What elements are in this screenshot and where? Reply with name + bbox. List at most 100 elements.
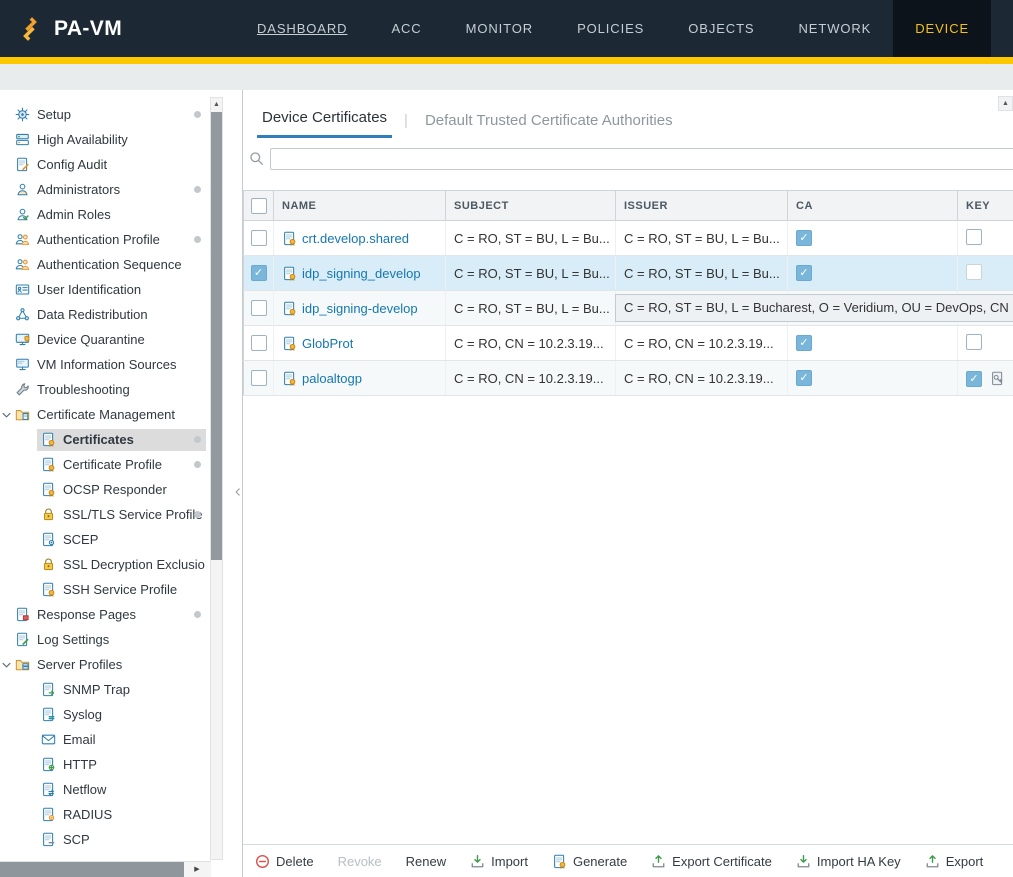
export-certificate-button[interactable]: Export Certificate [639,854,784,869]
sidebar-item-setup[interactable]: Setup [0,102,210,127]
sidebar-item-ssl-decryption-exclusio[interactable]: SSL Decryption Exclusio [0,552,210,577]
export-button[interactable]: Export [913,854,996,869]
scrollbar-thumb[interactable] [211,112,222,560]
sidebar-item-ssl-tls-service-profile[interactable]: SSL/TLS Service Profile [0,502,210,527]
search-input[interactable] [270,148,1013,170]
nav-item-acc[interactable]: ACC [369,0,443,57]
ca-checkbox[interactable]: ✓ [796,265,812,281]
column-header-issuer[interactable]: ISSUER [616,191,788,221]
sidebar-item-certificates[interactable]: Certificates [0,427,210,452]
sidebar-item-server-profiles[interactable]: Server Profiles [0,652,210,677]
column-header-subject[interactable]: SUBJECT [446,191,616,221]
scroll-right-icon[interactable]: ▶ [187,862,207,877]
sidebar-item-certificate-management[interactable]: Certificate Management [0,402,210,427]
sidebar-horizontal-scrollbar[interactable]: ▶ [0,861,211,877]
import-button[interactable]: Import [458,854,540,869]
delete-button[interactable]: Delete [243,854,326,869]
accent-strip [0,57,1013,64]
nav-item-label: NETWORK [799,21,872,36]
nav-item-network[interactable]: NETWORK [777,0,894,57]
row-checkbox[interactable] [251,335,267,351]
sidebar-item-scp[interactable]: SCP [0,827,210,852]
sidebar-item-certificate-profile[interactable]: Certificate Profile [0,452,210,477]
sidebar-item-troubleshooting[interactable]: Troubleshooting [0,377,210,402]
ca-checkbox[interactable]: ✓ [796,335,812,351]
key-checkbox[interactable] [966,229,982,245]
row-checkbox[interactable] [251,300,267,316]
sidebar-item-label: Authentication Profile [37,232,160,247]
toolbar-button-label: Revoke [338,854,382,869]
subject-cell: C = RO, ST = BU, L = Bu... [446,221,616,256]
table-row[interactable]: GlobProtC = RO, CN = 10.2.3.19...C = RO,… [244,326,1013,361]
sidebar-item-administrators[interactable]: Administrators [0,177,210,202]
sidebar-item-device-quarantine[interactable]: Device Quarantine [0,327,210,352]
table-row[interactable]: paloaltogpC = RO, CN = 10.2.3.19...C = R… [244,361,1013,396]
revoke-button[interactable]: Revoke [326,854,394,869]
key-checkbox[interactable] [966,334,982,350]
tab-device-certificates[interactable]: Device Certificates [257,109,392,138]
import-ha-key-button[interactable]: Import HA Key [784,854,913,869]
tab-default-trusted-certificate-authorities[interactable]: Default Trusted Certificate Authorities [420,112,678,138]
row-checkbox[interactable]: ✓ [251,265,267,281]
table-row[interactable]: idp_signing-developC = RO, ST = BU, L = … [244,291,1013,326]
table-row[interactable]: crt.develop.shared C = RO, ST = BU, L = B… [244,221,1013,256]
nav-item-policies[interactable]: POLICIES [555,0,666,57]
generate-button[interactable]: Generate [540,854,639,869]
column-header-key[interactable]: KEY [958,191,1013,221]
key-checkbox[interactable] [966,264,982,280]
sidebar-vertical-scrollbar[interactable]: ▲ [210,97,223,860]
sidebar-item-authentication-sequence[interactable]: Authentication Sequence [0,252,210,277]
certificate-name-link[interactable]: paloaltogp [302,371,362,386]
ca-checkbox[interactable]: ✓ [796,370,812,386]
sidebar-item-label: Certificates [63,432,134,447]
sidebar-item-ssh-service-profile[interactable]: SSH Service Profile [0,577,210,602]
sidebar-item-netflow[interactable]: Netflow [0,777,210,802]
certificate-name-link[interactable]: idp_signing_develop [302,266,421,281]
row-checkbox[interactable] [251,370,267,386]
tree-expand-icon[interactable] [1,409,12,420]
sidebar-item-ocsp-responder[interactable]: OCSP Responder [0,477,210,502]
certificate-name-link[interactable]: idp_signing-develop [302,301,418,316]
brand-name: PA-VM [54,17,122,41]
sidebar-item-log-settings[interactable]: Log Settings [0,627,210,652]
content-scroll-up-icon[interactable]: ▲ [998,96,1013,111]
sidebar-item-email[interactable]: Email [0,727,210,752]
sidebar-item-high-availability[interactable]: High Availability [0,127,210,152]
sidebar-item-syslog[interactable]: Syslog [0,702,210,727]
key-checkbox[interactable]: ✓ [966,371,982,387]
sidebar-item-data-redistribution[interactable]: Data Redistribution [0,302,210,327]
sidebar-item-label: RADIUS [63,807,112,822]
certificates-table-wrap: NAME SUBJECT ISSUER CA KEY crt.develop.s… [243,190,1013,396]
column-header-name[interactable]: NAME [274,191,446,221]
nav-item-objects[interactable]: OBJECTS [666,0,776,57]
scroll-up-icon[interactable]: ▲ [211,98,222,111]
certificate-name-link[interactable]: GlobProt [302,336,353,351]
sidebar-item-authentication-profile[interactable]: Authentication Profile [0,227,210,252]
tree-expand-icon[interactable] [1,659,12,670]
toolbar-button-label: Export [946,854,984,869]
column-header-ca[interactable]: CA [788,191,958,221]
scrollbar-thumb[interactable] [0,862,184,877]
sidebar-item-snmp-trap[interactable]: SNMP Trap [0,677,210,702]
ca-checkbox[interactable]: ✓ [796,230,812,246]
table-header-row: NAME SUBJECT ISSUER CA KEY [244,191,1013,221]
sidebar-item-vm-information-sources[interactable]: VM Information Sources [0,352,210,377]
renew-button[interactable]: Renew [394,854,458,869]
sidebar-item-response-pages[interactable]: Response Pages [0,602,210,627]
brand[interactable]: PA-VM [0,0,150,57]
sidebar-item-label: SSL/TLS Service Profile [63,507,202,522]
nav-item-monitor[interactable]: MONITOR [444,0,555,57]
sidebar-item-user-identification[interactable]: User Identification [0,277,210,302]
sidebar-item-scep[interactable]: SCEP [0,527,210,552]
delete-icon [255,854,270,869]
sidebar-item-radius[interactable]: RADIUS [0,802,210,827]
certificate-name-link[interactable]: crt.develop.shared [302,231,409,246]
nav-item-dashboard[interactable]: DASHBOARD [235,0,369,57]
sidebar-item-admin-roles[interactable]: Admin Roles [0,202,210,227]
sidebar-item-config-audit[interactable]: Config Audit [0,152,210,177]
row-checkbox[interactable] [251,230,267,246]
nav-item-device[interactable]: DEVICE [893,0,991,57]
sidebar-item-http[interactable]: HTTP [0,752,210,777]
select-all-checkbox[interactable] [251,198,267,214]
table-row[interactable]: ✓idp_signing_developC = RO, ST = BU, L =… [244,256,1013,291]
